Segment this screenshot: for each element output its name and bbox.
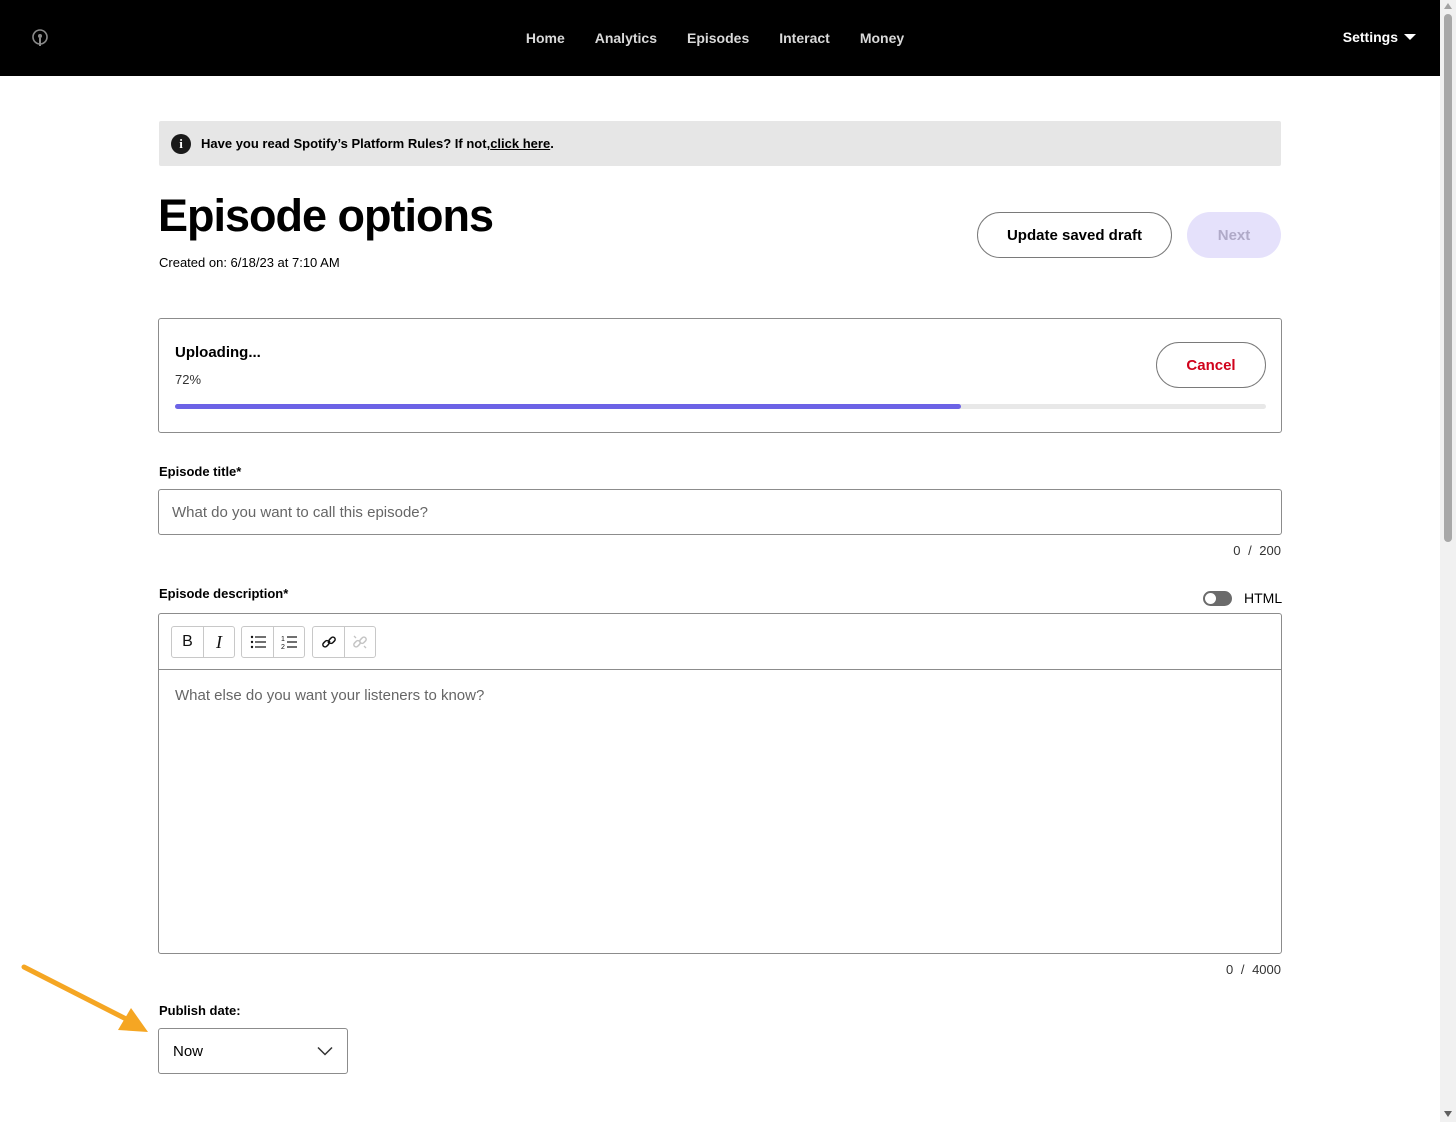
italic-button[interactable]: I [203,627,234,657]
italic-icon: I [216,631,222,652]
html-toggle-label: HTML [1244,590,1283,606]
link-group [312,626,376,658]
platform-rules-link[interactable]: click here [490,136,550,151]
html-toggle-switch[interactable] [1203,590,1232,606]
editor-toolbar: B I 1 2 [159,614,1281,670]
episode-title-label: Episode title* [159,464,242,479]
settings-label: Settings [1342,29,1398,45]
description-editor: B I 1 2 [158,613,1282,954]
cancel-upload-button[interactable]: Cancel [1156,342,1266,388]
nav-episodes[interactable]: Episodes [672,30,764,46]
link-button[interactable] [313,627,344,657]
title-char-counter: 0 / 200 [1233,543,1281,558]
bullet-list-icon [250,635,266,649]
upload-panel: Uploading... 72% Cancel [158,318,1282,433]
unlink-icon [353,635,367,649]
toggle-knob [1205,592,1216,604]
publish-date-select[interactable]: Now [158,1028,348,1074]
publish-date-label: Publish date: [159,1003,241,1018]
unlink-button[interactable] [344,627,375,657]
publish-date-value: Now [173,1042,204,1060]
upload-percent: 72% [175,372,202,387]
nav-home[interactable]: Home [511,30,580,46]
episode-description-label: Episode description* [159,586,289,601]
upload-progress-fill [175,404,961,409]
main-nav: Home Analytics Episodes Interact Money [0,0,1440,76]
next-button[interactable]: Next [1187,212,1281,258]
description-char-counter: 0 / 4000 [1226,962,1281,977]
chevron-down-icon [317,1046,333,1056]
svg-text:1: 1 [281,636,285,643]
episode-description-input[interactable] [159,670,1281,953]
update-draft-button[interactable]: Update saved draft [977,212,1172,258]
format-group: B I [171,626,235,658]
page-scrollbar[interactable] [1440,0,1456,1122]
scroll-up-icon[interactable] [1444,3,1452,9]
banner-text: Have you read Spotify’s Platform Rules? … [201,136,491,151]
html-toggle[interactable]: HTML [1203,590,1282,606]
numbered-list-button[interactable]: 1 2 [273,627,304,657]
list-group: 1 2 [241,626,305,658]
numbered-list-icon: 1 2 [281,636,297,650]
banner-suffix: . [550,136,554,151]
bold-icon: B [182,633,193,650]
episode-title-input[interactable] [158,489,1282,535]
nav-interact[interactable]: Interact [764,30,845,46]
bold-button[interactable]: B [172,627,203,657]
link-icon [321,636,336,648]
scrollbar-thumb[interactable] [1444,14,1452,542]
caret-down-icon [1404,34,1416,40]
annotation-arrow-icon [21,964,148,1032]
page-title: Episode options [158,190,494,241]
created-timestamp: Created on: 6/18/23 at 7:10 AM [159,255,340,270]
bullet-list-button[interactable] [242,627,273,657]
nav-analytics[interactable]: Analytics [580,30,672,46]
settings-menu[interactable]: Settings [1343,29,1416,45]
upload-status: Uploading... [175,344,261,361]
platform-rules-banner: i Have you read Spotify’s Platform Rules… [159,121,1281,166]
nav-money[interactable]: Money [845,30,919,46]
scroll-down-icon[interactable] [1444,1111,1452,1117]
svg-text:2: 2 [281,644,285,650]
upload-progress-track [175,404,1266,409]
info-icon: i [171,133,191,154]
top-navbar: Home Analytics Episodes Interact Money S… [0,0,1440,76]
